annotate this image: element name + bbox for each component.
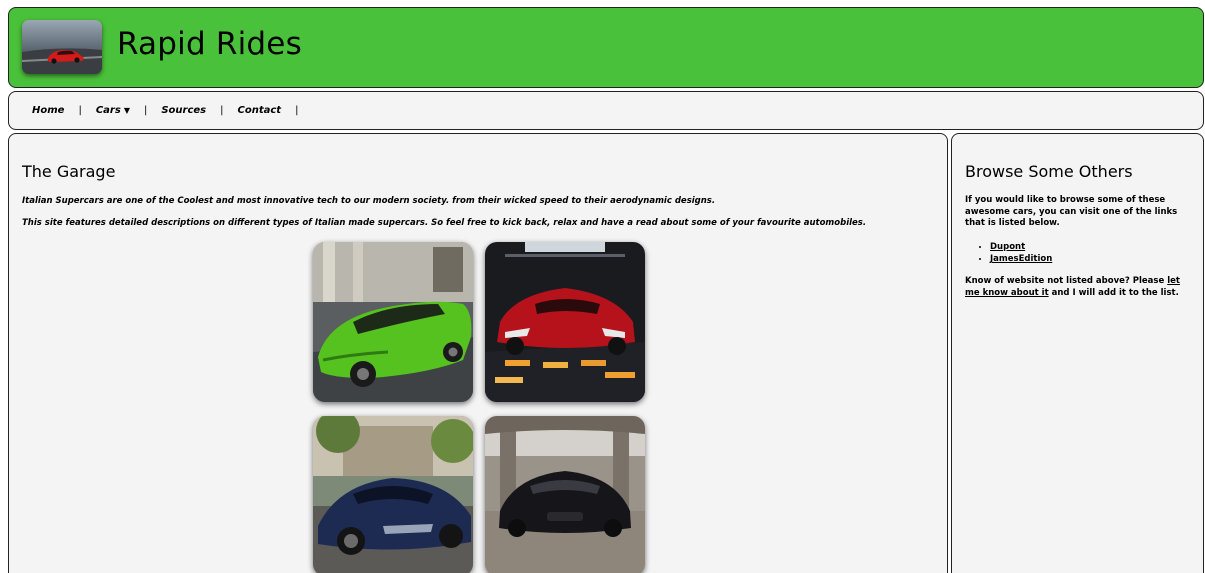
outro-text-before: Know of website not listed above? Please <box>965 276 1168 286</box>
nav-separator: | <box>143 105 148 116</box>
nav-label-home[interactable]: Home <box>32 105 64 116</box>
nav-label-contact[interactable]: Contact <box>238 105 282 116</box>
sidebar: Browse Some Others If you would like to … <box>951 133 1204 573</box>
nav-item-sources[interactable]: Sources <box>161 105 206 116</box>
main-content: The Garage Italian Supercars are one of … <box>8 133 948 573</box>
main-navigation: Home | Cars ▼ | Sources | Contact | <box>8 91 1204 130</box>
list-item: Dupont <box>990 241 1052 253</box>
link-jamesedition[interactable]: JamesEdition <box>990 254 1052 264</box>
nav-item-cars[interactable]: Cars ▼ <box>96 105 130 116</box>
list-item: JamesEdition <box>990 253 1052 265</box>
nav-item-home[interactable]: Home <box>32 105 64 116</box>
chevron-down-icon[interactable]: ▼ <box>124 106 130 115</box>
nav-label-sources[interactable]: Sources <box>161 105 206 116</box>
sidebar-intro: If you would like to browse some of thes… <box>965 195 1178 228</box>
description-paragraph: This site features detailed descriptions… <box>22 218 867 228</box>
nav-separator: | <box>295 105 299 116</box>
blue-pagani-image[interactable] <box>313 416 473 573</box>
nav-separator: | <box>78 105 82 116</box>
site-title: Rapid Rides <box>117 26 302 62</box>
red-supercar-logo-icon[interactable] <box>22 20 102 74</box>
sidebar-title: Browse Some Others <box>965 162 1133 181</box>
external-links-list: Dupont JamesEdition <box>979 241 1052 265</box>
red-ferrari-image[interactable] <box>485 242 645 402</box>
sidebar-outro: Know of website not listed above? Please… <box>965 276 1193 299</box>
green-lamborghini-image[interactable] <box>313 242 473 402</box>
page-title: The Garage <box>22 162 116 181</box>
nav-label-cars[interactable]: Cars <box>96 105 121 116</box>
link-dupont[interactable]: Dupont <box>990 242 1025 252</box>
nav-item-contact[interactable]: Contact <box>238 105 282 116</box>
nav-separator: | <box>220 105 224 116</box>
black-maserati-image[interactable] <box>485 416 645 573</box>
site-header: Rapid Rides <box>8 7 1204 88</box>
intro-paragraph: Italian Supercars are one of the Coolest… <box>22 196 716 206</box>
outro-text-after: and I will add it to the list. <box>1048 287 1179 298</box>
